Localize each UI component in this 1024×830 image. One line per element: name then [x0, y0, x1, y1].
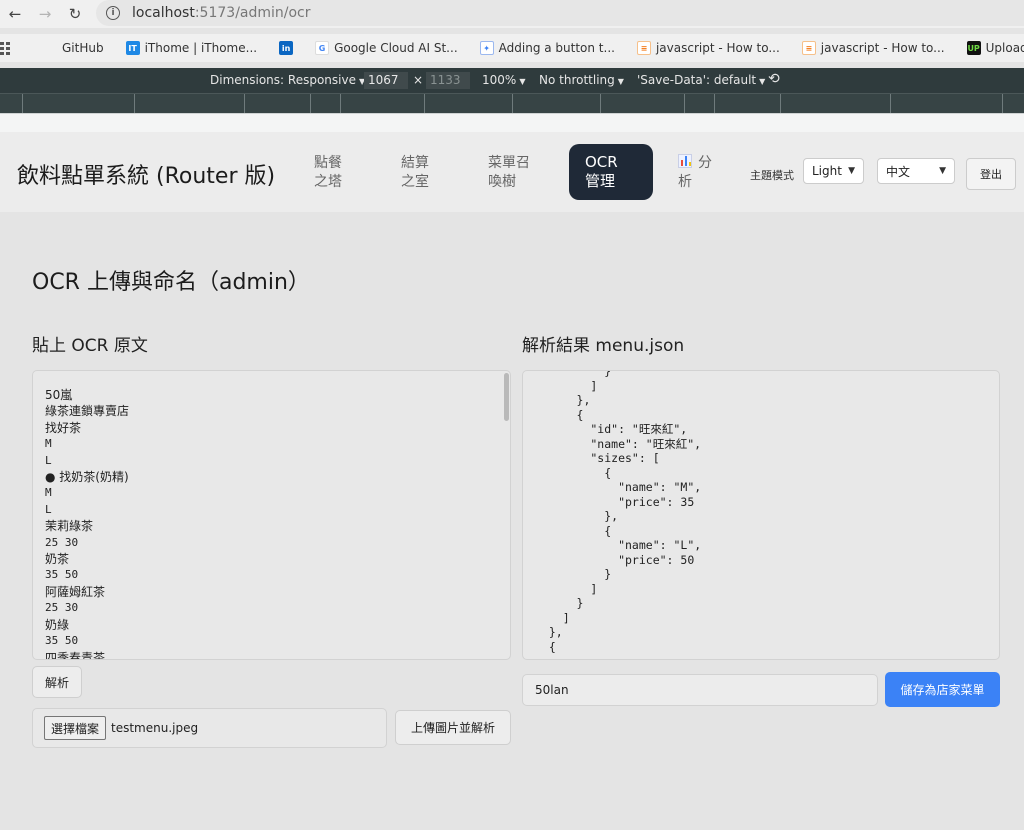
ocr-line: 35 50 [45, 568, 79, 582]
bookmark-uploading-files[interactable]: UPUploading Files Wi... [966, 41, 1024, 55]
ocr-line: 奶茶 [45, 552, 70, 567]
info-icon[interactable]: i [106, 6, 120, 20]
ocr-line: 50嵐 [45, 388, 73, 402]
file-picker: 選擇檔案 testmenu.jpeg [32, 708, 387, 748]
bar-chart-icon [678, 154, 692, 168]
bookmark-stackoverflow-1[interactable]: ≡ javascript - How to... [636, 41, 780, 55]
bookmark-google-cloud[interactable]: G Google Cloud AI St... [315, 41, 458, 55]
url-text: localhost:5173/admin/ocr [132, 5, 311, 21]
stackoverflow-icon: ≡ [636, 41, 651, 55]
forward-arrow-icon[interactable]: → [30, 0, 60, 28]
reload-icon[interactable]: ↻ [60, 0, 90, 28]
ocr-line: ● 找奶茶(奶精) [45, 470, 129, 485]
theme-label: 主題模式 [750, 169, 794, 182]
dimensions-dropdown[interactable]: Dimensions: Responsive ▼ [210, 73, 365, 87]
raw-text-title: 貼上 OCR 原文 [32, 336, 148, 356]
bookmark-github[interactable]: GitHub [62, 41, 104, 55]
menu-json-output[interactable]: } ] }, { "id": "旺來紅", "name": "旺來紅", "si… [522, 370, 1000, 660]
back-arrow-icon[interactable]: ← [0, 0, 30, 28]
zoom-dropdown[interactable]: 100% ▼ [482, 73, 525, 87]
media-query-ruler [0, 93, 1024, 114]
ocr-line: M [45, 486, 52, 500]
ocr-line: L [45, 453, 52, 467]
save-data-dropdown[interactable]: 'Save-Data': default ▼ [637, 73, 765, 87]
result-title: 解析結果 menu.json [522, 336, 685, 356]
save-store-menu-button[interactable]: 儲存為店家菜單 [885, 672, 1000, 707]
dimension-separator: × [413, 73, 424, 87]
logout-button[interactable]: 登出 [966, 158, 1016, 190]
devtools-device-toolbar: Dimensions: Responsive ▼ 1067 × 1133 100%… [0, 68, 1024, 93]
ocr-line: 25 30 [45, 601, 79, 615]
ocr-raw-textarea[interactable]: 50嵐 綠茶連鎖專賣店 找好茶 M L ● 找奶茶(奶精) M L 茉莉綠茶 25 30 奶茶 35 … [32, 370, 511, 660]
file-name: testmenu.jpeg [111, 721, 199, 735]
ocr-line: 找好茶 [45, 420, 82, 435]
ocr-line: 茉莉綠茶 [45, 519, 94, 534]
ocr-line: L [45, 502, 52, 516]
viewport-top-strip [0, 113, 1024, 132]
throttling-dropdown[interactable]: No throttling ▼ [539, 73, 624, 87]
nav-checkout-room[interactable]: 結算 之室 [401, 154, 449, 192]
ocr-line: M [45, 437, 52, 451]
chevron-down-icon: ▼ [848, 166, 855, 176]
app-title: 飲料點單系統 (Router 版) [17, 164, 276, 189]
upwork-icon: UP [966, 41, 981, 55]
rotate-icon[interactable]: ⟲ [768, 71, 780, 87]
choose-file-button[interactable]: 選擇檔案 [44, 716, 107, 740]
store-name-input[interactable]: 50lan [522, 674, 878, 706]
bookmarks-bar: GitHub IT iThome | iThome... in G Google C… [0, 34, 1024, 62]
linkedin-icon: in [279, 41, 294, 55]
upload-and-parse-button[interactable]: 上傳圖片並解析 [395, 710, 511, 745]
stackoverflow-icon: ≡ [801, 41, 816, 55]
nav-order-tower[interactable]: 點餐 之塔 [314, 154, 362, 192]
ocr-line: 35 50 [45, 634, 79, 648]
nav-ocr-admin[interactable]: OCR 管理 [569, 144, 653, 200]
width-input[interactable]: 1067 [364, 72, 408, 89]
google-icon: G [315, 41, 330, 55]
bookmark-adding-button[interactable]: ✦ Adding a button t... [479, 41, 615, 55]
ocr-line: 綠茶連鎖專賣店 [45, 404, 130, 419]
nav-menu-tree[interactable]: 菜單召 喚樹 [488, 154, 536, 192]
ithome-icon: IT [125, 41, 140, 55]
language-select[interactable]: 中文 ▼ [877, 158, 955, 184]
apps-grid-icon[interactable] [0, 42, 10, 55]
bookmark-linkedin[interactable]: in [279, 41, 294, 55]
theme-select[interactable]: Light ▼ [803, 158, 864, 184]
nav-analytics[interactable]: 分 析 [678, 154, 726, 192]
ocr-line: 四季春青茶 [45, 650, 106, 660]
chevron-down-icon: ▼ [939, 166, 946, 176]
ocr-line: 25 30 [45, 535, 79, 549]
height-input[interactable]: 1133 [426, 72, 470, 89]
address-bar[interactable]: i localhost:5173/admin/ocr [96, 0, 1024, 26]
ocr-line: 奶綠 [45, 617, 70, 632]
json-text: } ] }, { "id": "旺來紅", "name": "旺來紅", "si… [548, 370, 702, 654]
scrollbar-thumb[interactable] [504, 373, 509, 421]
bookmark-ithome[interactable]: IT iThome | iThome... [125, 41, 257, 55]
app-header: 飲料點單系統 (Router 版) 點餐 之塔 結算 之室 菜單召 喚樹 OCR 管理 … [0, 132, 1024, 212]
page-title: OCR 上傳與命名（admin） [32, 270, 310, 295]
parse-button[interactable]: 解析 [32, 666, 82, 698]
browser-toolbar: ← → ↻ i localhost:5173/admin/ocr [0, 0, 1024, 28]
gear-badge-icon: ✦ [479, 41, 494, 55]
bookmark-stackoverflow-2[interactable]: ≡ javascript - How to... [801, 41, 945, 55]
ocr-line: 阿薩姆紅茶 [45, 584, 106, 599]
